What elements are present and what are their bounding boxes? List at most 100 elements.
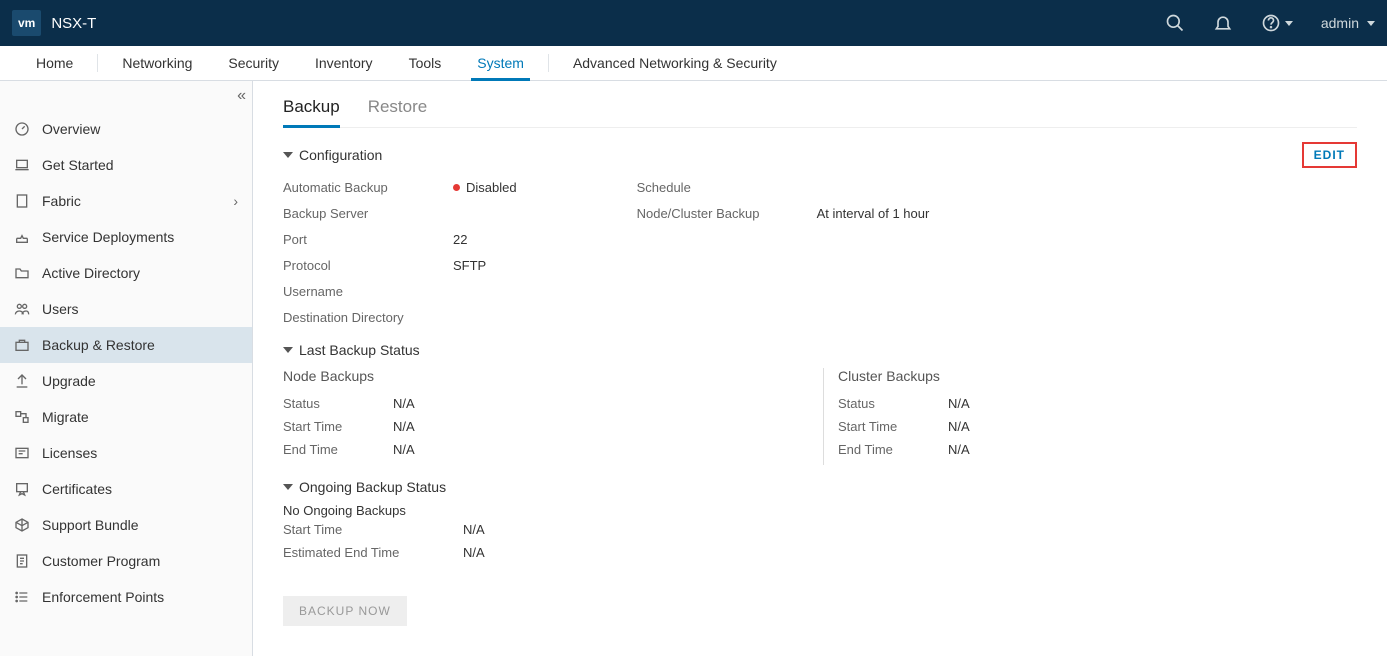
config-title: Configuration: [299, 147, 382, 163]
node-end-label: End Time: [283, 442, 393, 457]
ongoing-est-label: Estimated End Time: [283, 545, 463, 560]
chevron-down-icon: [1285, 21, 1293, 26]
users-icon: [14, 301, 30, 317]
doc-icon: [14, 553, 30, 569]
node-cluster-value: At interval of 1 hour: [817, 206, 930, 224]
gauge-icon: [14, 121, 30, 137]
protocol-value: SFTP: [453, 258, 486, 276]
chevron-down-icon: [283, 152, 293, 158]
chevron-down-icon: [1367, 21, 1375, 26]
help-menu[interactable]: [1261, 13, 1293, 33]
sidebar-item-customer-program[interactable]: Customer Program: [0, 543, 252, 579]
node-backups-title: Node Backups: [283, 368, 823, 384]
chevron-right-icon: ›: [233, 193, 238, 209]
node-start-label: Start Time: [283, 419, 393, 434]
sidebar-item-get-started[interactable]: Get Started: [0, 147, 252, 183]
cluster-start-label: Start Time: [838, 419, 948, 434]
cluster-status-label: Status: [838, 396, 948, 411]
sidebar-item-label: Users: [42, 301, 79, 317]
edit-button[interactable]: EDIT: [1302, 142, 1357, 168]
subtab-restore[interactable]: Restore: [368, 91, 428, 127]
migrate-icon: [14, 409, 30, 425]
sidebar-item-licenses[interactable]: Licenses: [0, 435, 252, 471]
sidebar-item-service-deployments[interactable]: Service Deployments: [0, 219, 252, 255]
main-content: Backup Restore Configuration EDIT Automa…: [253, 81, 1387, 656]
cluster-end-value: N/A: [948, 442, 970, 457]
backup-now-button[interactable]: BACKUP NOW: [283, 596, 407, 626]
nav-tools[interactable]: Tools: [391, 46, 460, 80]
config-section-toggle[interactable]: Configuration: [283, 147, 382, 163]
sidebar-item-label: Enforcement Points: [42, 589, 164, 605]
ongoing-section-toggle[interactable]: Ongoing Backup Status: [283, 479, 1357, 495]
subtab-backup[interactable]: Backup: [283, 91, 340, 127]
search-icon[interactable]: [1165, 13, 1185, 33]
cluster-start-value: N/A: [948, 419, 970, 434]
nav-inventory[interactable]: Inventory: [297, 46, 391, 80]
nav-system[interactable]: System: [459, 46, 542, 80]
laptop-icon: [14, 157, 30, 173]
sidebar-item-certificates[interactable]: Certificates: [0, 471, 252, 507]
sidebar-item-active-directory[interactable]: Active Directory: [0, 255, 252, 291]
protocol-label: Protocol: [283, 258, 453, 276]
license-icon: [14, 445, 30, 461]
collapse-sidebar-icon[interactable]: «: [237, 87, 242, 105]
sidebar-item-enforcement-points[interactable]: Enforcement Points: [0, 579, 252, 615]
list-icon: [14, 589, 30, 605]
chevron-down-icon: [283, 347, 293, 353]
cert-icon: [14, 481, 30, 497]
node-cluster-label: Node/Cluster Backup: [637, 206, 817, 224]
sidebar-item-migrate[interactable]: Migrate: [0, 399, 252, 435]
bell-icon[interactable]: [1213, 13, 1233, 33]
schedule-label: Schedule: [637, 180, 817, 198]
node-status-label: Status: [283, 396, 393, 411]
sidebar-item-label: Overview: [42, 121, 100, 137]
nav-separator: [97, 54, 98, 72]
sidebar-item-label: Fabric: [42, 193, 81, 209]
sidebar-item-upgrade[interactable]: Upgrade: [0, 363, 252, 399]
subtabs: Backup Restore: [283, 91, 1357, 128]
user-name: admin: [1321, 15, 1359, 31]
status-dot-red: [453, 184, 460, 191]
node-start-value: N/A: [393, 419, 415, 434]
sidebar-item-label: Backup & Restore: [42, 337, 155, 353]
sidebar-item-support-bundle[interactable]: Support Bundle: [0, 507, 252, 543]
port-label: Port: [283, 232, 453, 250]
sidebar: « Overview Get Started Fabric › Service Depl…: [0, 81, 253, 656]
ongoing-none-msg: No Ongoing Backups: [283, 503, 1357, 518]
top-nav: Home Networking Security Inventory Tools…: [0, 46, 1387, 81]
chevron-down-icon: [283, 484, 293, 490]
username-label: Username: [283, 284, 453, 302]
backup-server-label: Backup Server: [283, 206, 453, 224]
node-end-value: N/A: [393, 442, 415, 457]
backup-icon: [14, 337, 30, 353]
sidebar-item-overview[interactable]: Overview: [0, 111, 252, 147]
node-status-value: N/A: [393, 396, 415, 411]
ongoing-start-label: Start Time: [283, 522, 463, 537]
sidebar-item-backup-restore[interactable]: Backup & Restore: [0, 327, 252, 363]
sidebar-item-label: Upgrade: [42, 373, 96, 389]
nav-home[interactable]: Home: [18, 46, 91, 80]
nav-separator: [548, 54, 549, 72]
sidebar-item-label: Licenses: [42, 445, 97, 461]
auto-backup-label: Automatic Backup: [283, 180, 453, 198]
sidebar-item-fabric[interactable]: Fabric ›: [0, 183, 252, 219]
sidebar-item-label: Support Bundle: [42, 517, 139, 533]
last-backup-section-toggle[interactable]: Last Backup Status: [283, 342, 1357, 358]
last-backup-title: Last Backup Status: [299, 342, 420, 358]
dest-dir-label: Destination Directory: [283, 310, 453, 328]
deploy-icon: [14, 229, 30, 245]
upgrade-icon: [14, 373, 30, 389]
nav-networking[interactable]: Networking: [104, 46, 210, 80]
cluster-end-label: End Time: [838, 442, 948, 457]
user-menu[interactable]: admin: [1321, 15, 1375, 31]
sidebar-item-users[interactable]: Users: [0, 291, 252, 327]
sidebar-item-label: Service Deployments: [42, 229, 174, 245]
auto-backup-value: Disabled: [466, 180, 517, 195]
sidebar-item-label: Active Directory: [42, 265, 140, 281]
cluster-status-value: N/A: [948, 396, 970, 411]
app-header: vm NSX-T admin: [0, 0, 1387, 46]
ongoing-title: Ongoing Backup Status: [299, 479, 446, 495]
nav-security[interactable]: Security: [210, 46, 297, 80]
nav-advanced[interactable]: Advanced Networking & Security: [555, 46, 795, 80]
cluster-backups-title: Cluster Backups: [838, 368, 970, 384]
